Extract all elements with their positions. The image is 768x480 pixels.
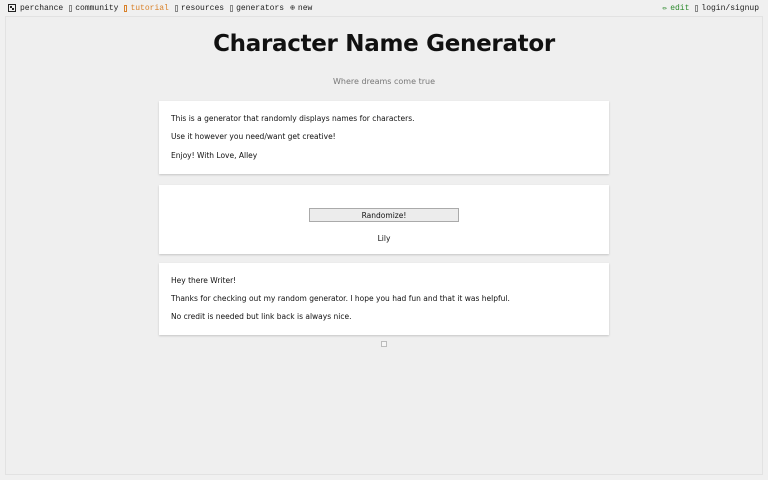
dice-icon: [8, 4, 16, 12]
intro-line-2: Use it however you need/want get creativ…: [171, 132, 336, 141]
community-link[interactable]: community: [69, 4, 118, 13]
logo-label: perchance: [20, 3, 64, 13]
outro-line-2: Thanks for checking out my random genera…: [171, 294, 510, 303]
generator-card: Randomize! Lily: [159, 185, 609, 254]
user-icon: [695, 4, 699, 12]
page-subtitle: Where dreams come true: [333, 77, 435, 86]
top-nav-bar: perchance community tutorial resources g…: [0, 0, 768, 16]
resources-link[interactable]: resources: [174, 3, 225, 13]
new-link[interactable]: ⊕ new: [290, 3, 313, 14]
intro-line-1: This is a generator that randomly displa…: [171, 114, 415, 123]
edit-label: edit: [670, 3, 690, 13]
community-icon: [69, 4, 73, 12]
generators-label: generators: [236, 3, 285, 13]
generators-link[interactable]: generators: [230, 4, 284, 13]
outro-line-3: No credit is needed but link back is alw…: [171, 312, 352, 321]
intro-card: This is a generator that randomly displa…: [159, 101, 609, 174]
community-label: community: [75, 3, 119, 13]
tutorial-link[interactable]: tutorial: [124, 3, 169, 13]
page-title: Character Name Generator: [213, 31, 555, 57]
intro-line-3: Enjoy! With Love, Alley: [171, 151, 258, 160]
perchance-logo-link[interactable]: perchance: [8, 4, 63, 13]
resources-icon: [174, 4, 178, 12]
nav-left-group: perchance community tutorial resources g…: [8, 3, 318, 13]
plus-circle-icon: ⊕: [290, 4, 295, 13]
generators-icon: [230, 4, 234, 12]
randomize-button[interactable]: Randomize!: [309, 208, 459, 222]
edit-link[interactable]: ✏ edit: [662, 3, 690, 14]
login-label: login/signup: [701, 3, 759, 13]
nav-right-group: ✏ edit login/signup: [662, 3, 759, 14]
pencil-icon: ✏: [662, 4, 668, 13]
generated-name: Lily: [377, 234, 391, 243]
new-label: new: [297, 3, 313, 13]
login-link[interactable]: login/signup: [695, 4, 759, 13]
resources-label: resources: [180, 3, 225, 13]
outro-line-1: Hey there Writer!: [171, 276, 237, 285]
outro-card: Hey there Writer! Thanks for checking ou…: [159, 263, 609, 335]
tutorial-label: tutorial: [130, 3, 169, 13]
footer-icon[interactable]: [381, 341, 387, 347]
tutorial-icon: [124, 4, 128, 12]
